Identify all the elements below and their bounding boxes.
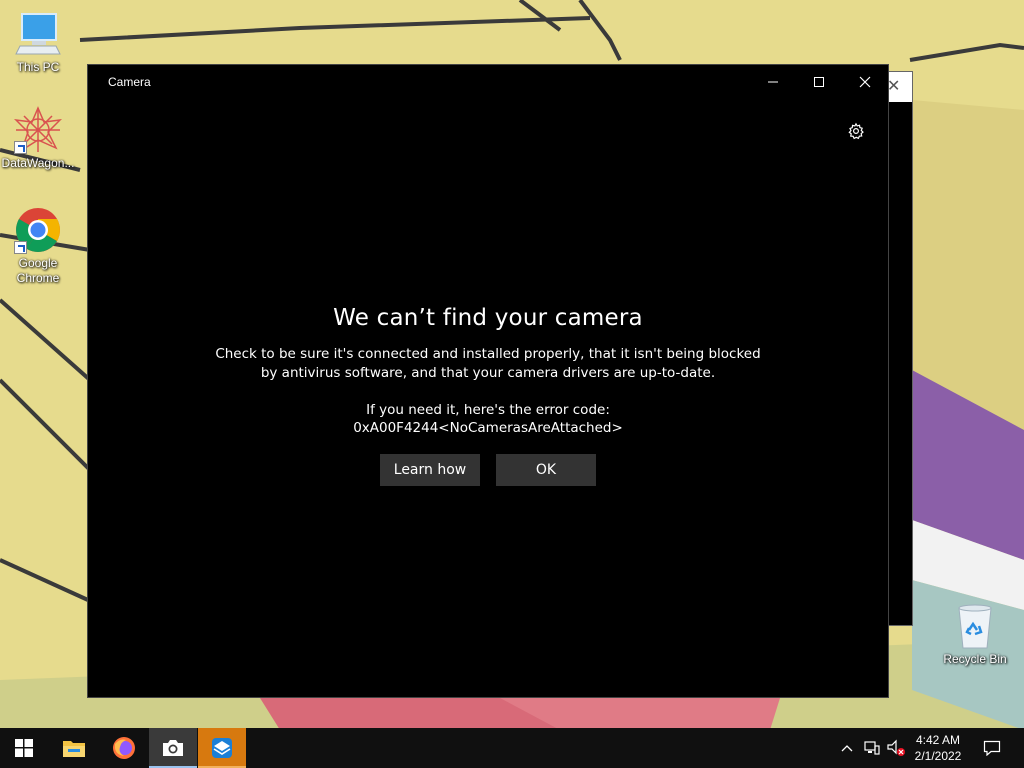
error-description-line: Check to be sure it's connected and inst… <box>215 346 761 362</box>
error-code: 0xA00F4244<NoCamerasAreAttached> <box>353 420 623 436</box>
desktop-icon-recycle-bin[interactable]: Recycle Bin <box>937 602 1013 667</box>
notification-icon <box>983 740 1001 756</box>
network-icon <box>864 741 880 755</box>
gear-icon <box>848 122 864 140</box>
taskbar-app[interactable] <box>198 728 246 768</box>
minimize-button[interactable] <box>750 65 796 99</box>
desktop-icon-label: DataWagon... <box>1 156 75 170</box>
minimize-icon <box>768 81 778 83</box>
datawagon-icon <box>13 106 63 154</box>
desktop-icon-datawagon[interactable]: DataWagon... <box>0 106 76 171</box>
this-pc-icon <box>14 10 62 58</box>
taskbar-file-explorer[interactable] <box>50 728 98 768</box>
error-description-line: by antivirus software, and that your cam… <box>260 365 716 381</box>
ok-button[interactable]: OK <box>496 454 596 486</box>
shortcut-arrow-icon <box>14 141 27 154</box>
error-heading: We can’t find your camera <box>333 305 643 331</box>
window-title: Camera <box>108 75 151 89</box>
desktop-icon-this-pc[interactable]: This PC <box>0 10 76 75</box>
desktop-icon-label: This PC <box>16 60 60 74</box>
camera-window[interactable]: Camera We can’t find your camera Check t… <box>87 64 889 698</box>
error-actions: Learn how OK <box>88 454 888 486</box>
taskbar-camera[interactable] <box>149 728 197 768</box>
desktop-icon-chrome[interactable]: Google Chrome <box>0 206 76 286</box>
learn-how-button[interactable]: Learn how <box>380 454 480 486</box>
start-icon <box>15 739 33 757</box>
taskbar-clock[interactable]: 4:42 AM 2/1/2022 <box>902 732 974 764</box>
camera-icon <box>163 740 183 756</box>
error-code-intro: If you need it, here's the error code: <box>366 402 610 418</box>
close-button[interactable] <box>842 65 888 99</box>
taskbar: 4:42 AM 2/1/2022 <box>0 728 1024 768</box>
camera-titlebar[interactable]: Camera <box>88 65 888 99</box>
app-icon <box>212 738 232 758</box>
desktop-icon-label: Google Chrome <box>16 256 60 285</box>
clock-time: 4:42 AM <box>915 733 961 747</box>
error-description: Check to be sure it's connected and inst… <box>88 345 888 383</box>
action-center-button[interactable] <box>978 728 1006 768</box>
start-button[interactable] <box>0 728 48 768</box>
clock-date: 2/1/2022 <box>914 749 962 763</box>
chrome-icon <box>14 206 62 254</box>
taskbar-firefox[interactable] <box>100 728 148 768</box>
shortcut-arrow-icon <box>14 241 27 254</box>
maximize-icon <box>814 77 824 87</box>
firefox-icon <box>113 737 135 759</box>
chevron-up-icon <box>841 745 853 752</box>
show-hidden-icons-button[interactable] <box>836 728 858 768</box>
network-button[interactable] <box>860 728 884 768</box>
error-message: We can’t find your camera Check to be su… <box>88 305 888 486</box>
desktop-icon-label: Recycle Bin <box>943 652 1007 666</box>
close-icon <box>859 76 871 88</box>
settings-button[interactable] <box>844 119 868 143</box>
error-code-block: If you need it, here's the error code: 0… <box>88 401 888 437</box>
file-explorer-icon <box>63 741 85 757</box>
recycle-bin-icon <box>951 602 999 650</box>
maximize-button[interactable] <box>796 65 842 99</box>
